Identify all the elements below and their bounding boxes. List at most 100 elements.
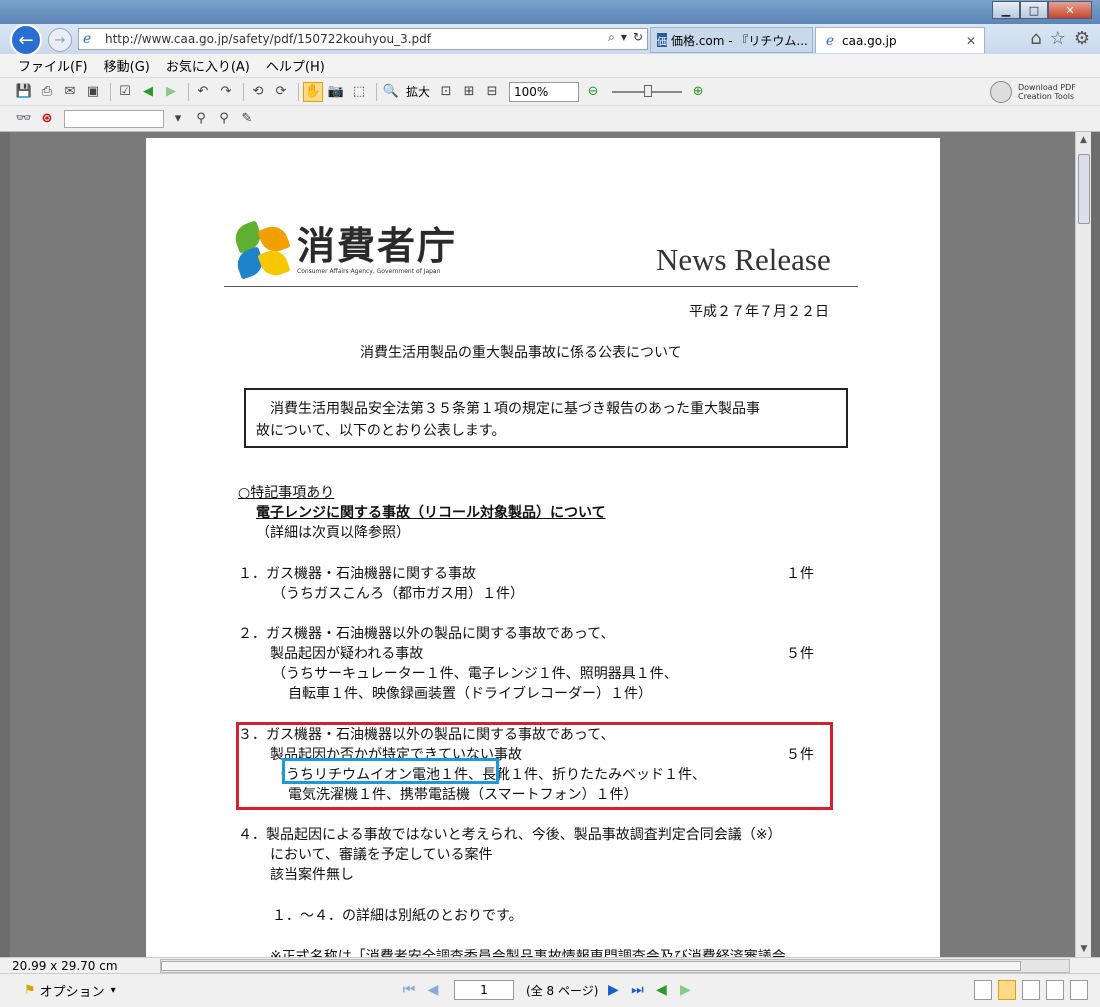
binoculars-next-icon[interactable]: ⚲	[214, 109, 234, 129]
tab-kakaku[interactable]: 価 価格.com - 『リチウム...	[650, 27, 813, 53]
logo-text: 消費者庁 Consumer Affairs Agency, Government…	[297, 226, 457, 275]
notice-line: 故について、以下のとおり公表します。	[256, 423, 506, 439]
hand-tool-icon[interactable]: ✋	[303, 81, 323, 102]
address-actions: ⌕ ▾ ↻	[608, 30, 643, 45]
address-url[interactable]: http://www.caa.go.jp/safety/pdf/150722ko…	[105, 32, 431, 46]
next-view-icon[interactable]: ▶	[676, 981, 694, 999]
checklist-icon[interactable]: ☑	[115, 82, 135, 102]
favorites-star-icon[interactable]: ☆	[1050, 28, 1066, 49]
vertical-scroll-thumb[interactable]	[1078, 154, 1090, 224]
page-layout-icons	[974, 980, 1088, 1000]
zoom-slider-thumb[interactable]	[644, 84, 653, 97]
pdf-viewer: 消費者庁 Consumer Affairs Agency, Government…	[10, 132, 1075, 957]
tab-label: 価格.com - 『リチウム...	[671, 33, 808, 48]
zoom-level-field[interactable]: 100%	[509, 81, 580, 102]
item2-line: ２．ガス機器・石油機器以外の製品に関する事故であって、	[238, 626, 615, 642]
options-button[interactable]: ⚑ オプション ▾	[24, 981, 116, 1000]
forward-arrow-icon: →	[54, 32, 66, 48]
binoculars-icon[interactable]: ⚲	[191, 109, 211, 129]
previous-page-icon[interactable]: ◀	[424, 981, 442, 999]
bottom-toolbar: ⚑ オプション ▾ ⏮ ◀ 1 (全 8 ページ) ▶ ⏭ ◀ ▶	[0, 973, 1100, 1007]
caa-logo-mark-icon	[231, 220, 291, 280]
save-icon[interactable]: 💾	[14, 82, 34, 102]
download-icon	[990, 81, 1012, 103]
browser-navbar: ← → ℯ http://www.caa.go.jp/safety/pdf/15…	[0, 24, 1100, 56]
search-icon[interactable]: ⌕	[608, 30, 615, 45]
horizontal-scrollbar[interactable]	[160, 959, 1070, 973]
item4-line: において、審議を予定している案件	[270, 847, 493, 863]
fit-page-icon[interactable]: ⊞	[459, 82, 479, 102]
item2-detail: （うちサーキュレーター１件、電子レンジ１件、照明器具１件、	[272, 666, 678, 682]
horizontal-scroll-thumb[interactable]	[161, 961, 1021, 971]
continuous-facing-icon[interactable]	[1046, 980, 1064, 1000]
ask-icon[interactable]: ⊛	[37, 109, 57, 129]
secondary-toolbar: 👓 ⊛ ▾ ⚲ ⚲ ✎	[0, 106, 1100, 132]
menu-file[interactable]: ファイル(F)	[18, 56, 88, 75]
item1-detail: （うちガスこんろ（都市ガス用）１件）	[272, 586, 524, 602]
document-title: 消費生活用製品の重大製品事故に係る公表について	[360, 345, 682, 361]
last-page-icon[interactable]: ⏭	[628, 981, 646, 999]
fit-width-icon[interactable]: ⊟	[482, 82, 502, 102]
pdf-page: 消費者庁 Consumer Affairs Agency, Government…	[146, 138, 940, 957]
address-bar[interactable]: ℯ http://www.caa.go.jp/safety/pdf/150722…	[78, 28, 648, 50]
refresh-icon[interactable]: ↻	[633, 30, 643, 45]
split-view-icon[interactable]	[1070, 980, 1088, 1000]
tab-caa[interactable]: ℯ caa.go.jp ✕	[815, 27, 985, 53]
close-window-button[interactable]: ✕	[1048, 1, 1092, 19]
gear-icon[interactable]: ⚙	[1074, 28, 1090, 49]
back-button[interactable]: ←	[10, 24, 42, 56]
stamp-icon[interactable]: ▣	[83, 82, 103, 102]
logo-english: Consumer Affairs Agency, Government of J…	[297, 267, 441, 275]
print-icon[interactable]: ⎙	[37, 82, 57, 102]
menu-go[interactable]: 移動(G)	[104, 56, 150, 75]
snapshot-icon[interactable]: 📷	[326, 82, 346, 102]
home-icon[interactable]: ⌂	[1030, 28, 1041, 49]
previous-view-icon[interactable]: ◀	[652, 981, 670, 999]
email-icon[interactable]: ✉	[60, 82, 80, 102]
facing-pages-icon[interactable]	[1022, 980, 1040, 1000]
page-number-input[interactable]: 1	[454, 980, 514, 1000]
menu-help[interactable]: ヘルプ(H)	[266, 56, 325, 75]
download-line1: Download PDF	[1018, 83, 1076, 92]
download-pdf-tools-button[interactable]: Download PDF Creation Tools	[990, 80, 1086, 104]
status-bar: 20.99 x 29.70 cm	[0, 957, 1100, 973]
next-page-icon[interactable]: ▶	[604, 981, 622, 999]
rotate-right-icon[interactable]: ⟳	[271, 82, 291, 102]
rotate-left-icon[interactable]: ⟲	[248, 82, 268, 102]
separator	[376, 82, 377, 101]
tools-icon[interactable]: ✎	[237, 109, 257, 129]
back-page-icon[interactable]: ◀	[138, 82, 158, 102]
single-page-icon[interactable]	[974, 980, 992, 1000]
first-page-icon[interactable]: ⏮	[400, 981, 418, 999]
vertical-scrollbar[interactable]: ▲ ▼	[1075, 132, 1091, 957]
zoom-slider[interactable]	[612, 84, 683, 97]
zoom-in-icon[interactable]: 🔍	[381, 82, 401, 102]
undo-icon[interactable]: ↶	[193, 82, 213, 102]
forward-page-icon[interactable]: ▶	[161, 82, 181, 102]
minimize-button[interactable]: ▁	[992, 1, 1020, 19]
menu-favorites[interactable]: お気に入り(A)	[166, 56, 250, 75]
back-arrow-icon: ←	[18, 29, 34, 51]
zoom-out-icon[interactable]: ⊖	[583, 82, 603, 102]
footnote-line: ※正式名称は「消費者安全調査委員会製品事故情報専門調査会及び消費経済審議会	[270, 949, 786, 957]
window-titlebar: ▁ □ ✕	[0, 0, 1100, 24]
dropdown-icon[interactable]: ▾	[621, 30, 627, 45]
scroll-up-icon[interactable]: ▲	[1076, 132, 1091, 148]
document-date: 平成２７年７月２２日	[689, 304, 829, 320]
maximize-button[interactable]: □	[1020, 1, 1048, 19]
forward-button[interactable]: →	[48, 28, 72, 52]
select-tool-icon[interactable]: ⬚	[349, 82, 369, 102]
find-dropdown-icon[interactable]: ▾	[168, 109, 188, 129]
chevron-down-icon: ▾	[110, 985, 116, 996]
continuous-page-icon[interactable]	[998, 980, 1016, 1000]
zoom-plus-icon[interactable]: ⊕	[688, 82, 708, 102]
find-input[interactable]	[64, 109, 164, 128]
actual-size-icon[interactable]: ⊡	[436, 82, 456, 102]
special-note: （詳細は次頁以降参照）	[256, 525, 410, 541]
logo-petal-yellow	[257, 246, 291, 280]
glasses-icon[interactable]: 👓	[14, 109, 34, 129]
scroll-down-icon[interactable]: ▼	[1076, 941, 1092, 957]
redo-icon[interactable]: ↷	[216, 82, 236, 102]
close-tab-icon[interactable]: ✕	[966, 34, 976, 48]
zoom-in-label[interactable]: 拡大	[406, 83, 430, 100]
